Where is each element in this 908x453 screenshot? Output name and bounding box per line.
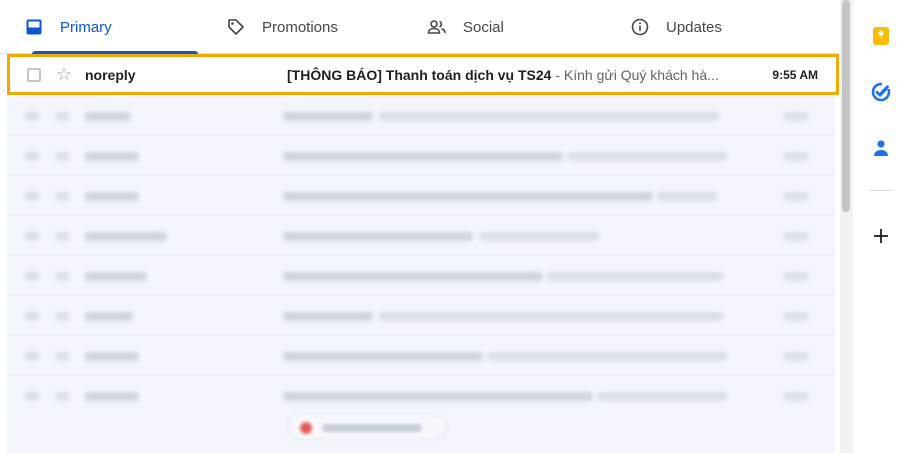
tab-label: Updates [666, 18, 722, 36]
tab-updates[interactable]: Updates [630, 0, 820, 54]
attachment-chip[interactable] [287, 414, 447, 440]
tab-label: Promotions [262, 18, 338, 36]
tab-primary[interactable]: Primary [24, 0, 198, 54]
list-item[interactable] [7, 216, 835, 256]
row-checkbox[interactable] [27, 68, 41, 82]
tag-icon [226, 17, 246, 37]
tasks-icon[interactable] [867, 78, 895, 106]
email-sender: noreply [85, 67, 136, 83]
list-item[interactable] [7, 136, 835, 176]
tab-label: Social [463, 18, 504, 36]
email-snippet: - Kính gửi Quý khách hà... [551, 67, 719, 83]
right-side-panel [852, 0, 908, 453]
list-item[interactable] [7, 96, 835, 136]
email-subject-line: [THÔNG BÁO] Thanh toán dịch vụ TS24 - Kí… [287, 67, 727, 83]
list-item[interactable] [7, 296, 835, 336]
scrollbar[interactable] [840, 0, 852, 453]
tab-promotions[interactable]: Promotions [226, 0, 416, 54]
contacts-icon[interactable] [867, 134, 895, 162]
rail-divider [869, 190, 893, 191]
email-subject: [THÔNG BÁO] Thanh toán dịch vụ TS24 [287, 67, 552, 83]
keep-icon[interactable] [867, 22, 895, 50]
tab-social[interactable]: Social [427, 0, 617, 54]
email-row-highlighted[interactable]: ☆ noreply [THÔNG BÁO] Thanh toán dịch vụ… [7, 54, 839, 95]
star-icon[interactable]: ☆ [56, 65, 72, 83]
scrollbar-thumb[interactable] [842, 0, 850, 212]
add-icon[interactable] [867, 222, 895, 250]
tab-label: Primary [60, 18, 112, 36]
info-icon [630, 17, 650, 37]
list-item[interactable] [7, 336, 835, 376]
inbox-icon [24, 17, 44, 37]
list-item[interactable] [7, 376, 835, 453]
mail-list-area: Primary Promotions Social Updates ☆ nore… [0, 0, 840, 453]
blurred-email-list [7, 96, 835, 453]
gmail-window: Primary Promotions Social Updates ☆ nore… [0, 0, 908, 453]
email-time: 9:55 AM [772, 68, 818, 82]
people-icon [427, 17, 447, 37]
category-tabs: Primary Promotions Social Updates [0, 0, 840, 54]
list-item[interactable] [7, 176, 835, 216]
list-item[interactable] [7, 256, 835, 296]
